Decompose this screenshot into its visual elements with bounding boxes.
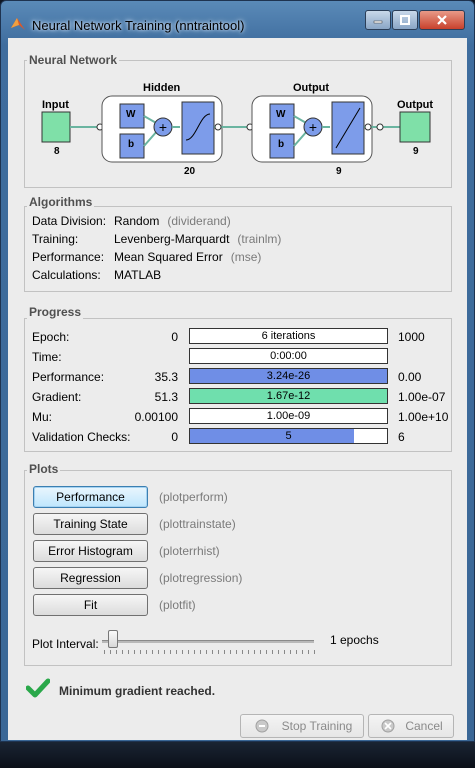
progress-start-value: 51.3	[154, 390, 178, 404]
minimize-button[interactable]	[365, 10, 391, 30]
progress-bar: 0:00:00	[189, 348, 388, 364]
output-size: 9	[413, 146, 419, 157]
plot-interval-label: Plot Interval:	[32, 637, 99, 651]
stop-icon	[255, 719, 269, 733]
plot-function-name: (plotfit)	[159, 598, 196, 612]
stop-training-button[interactable]: Stop Training	[240, 714, 364, 738]
network-diagram: + +	[41, 95, 431, 163]
input-node	[41, 111, 71, 143]
algorithm-value-row: Mean Squared Error (mse)	[114, 250, 261, 264]
progress-bar-text: 0:00:00	[270, 350, 307, 362]
progress-bar-text: 3.24e-26	[266, 370, 311, 382]
algorithm-value-row: Levenberg-Marquardt (trainlm)	[114, 232, 281, 246]
progress-start-value: 0.00100	[134, 410, 178, 424]
svg-text:+: +	[159, 119, 167, 135]
plot-interval-slider-thumb[interactable]	[108, 630, 118, 648]
plots-title: Plots	[27, 462, 61, 476]
desktop-background	[0, 742, 475, 768]
progress-bar-text: 5	[285, 430, 292, 442]
matlab-icon	[11, 18, 25, 30]
plot-interval-track[interactable]	[102, 640, 314, 643]
progress-label: Time:	[32, 350, 62, 364]
cancel-icon	[381, 719, 395, 733]
algorithm-label: Training:	[32, 232, 79, 246]
progress-bar-text: 1.67e-12	[266, 390, 311, 402]
progress-end-value: 1.00e-07	[398, 390, 446, 404]
algorithm-value: Mean Squared Error	[114, 250, 223, 264]
plot-function-name: (plotregression)	[159, 571, 243, 585]
progress-end-value: 1.00e+10	[398, 410, 449, 424]
progress-title: Progress	[27, 305, 84, 319]
algorithm-value: Levenberg-Marquardt	[114, 232, 230, 246]
check-icon	[26, 678, 50, 698]
algorithm-label: Data Division:	[32, 214, 107, 228]
svg-text:+: +	[309, 119, 317, 135]
client-area: Neural Network + + Input 8 Hidden 20 Out…	[8, 38, 467, 740]
cancel-button[interactable]: Cancel	[368, 714, 454, 738]
algorithm-function: (mse)	[230, 250, 262, 264]
hidden-label: Hidden	[143, 82, 181, 94]
progress-label: Performance:	[32, 370, 105, 384]
plot-performance-button[interactable]: Performance	[33, 486, 148, 508]
progress-bar: 6 iterations	[189, 328, 388, 344]
progress-start-value: 0	[171, 330, 178, 344]
algorithms-title: Algorithms	[27, 195, 95, 209]
plot-function-name: (plottrainstate)	[159, 517, 236, 531]
hidden-weight-label: W	[126, 109, 136, 120]
progress-start-value: 0	[171, 430, 178, 444]
progress-end-value: 0.00	[398, 370, 422, 384]
algorithm-function: (trainlm)	[237, 232, 282, 246]
progress-bar: 1.67e-12	[189, 388, 388, 404]
plot-interval-ticks	[104, 650, 316, 654]
output-weight-label: W	[276, 109, 286, 120]
hidden-bias-label: b	[128, 139, 135, 150]
plot-interval-value: 1 epochs	[330, 633, 379, 647]
progress-end-value: 1000	[398, 330, 425, 344]
progress-end-value: 6	[398, 430, 405, 444]
algorithm-label: Performance:	[32, 250, 105, 264]
progress-bar: 5	[189, 428, 388, 444]
close-icon	[437, 15, 447, 25]
algorithm-value-row: Random (dividerand)	[114, 214, 231, 228]
status-message: Minimum gradient reached.	[59, 684, 216, 698]
network-title: Neural Network	[27, 53, 120, 67]
maximize-button[interactable]	[392, 10, 418, 30]
output-layer-label: Output	[293, 82, 330, 94]
stop-training-label: Stop Training	[281, 719, 353, 733]
plot-regression-button[interactable]: Regression	[33, 567, 148, 589]
plot-training-state-button[interactable]: Training State	[33, 513, 148, 535]
progress-bar: 3.24e-26	[189, 368, 388, 384]
algorithm-value: Random	[114, 214, 160, 228]
algorithm-value: MATLAB	[114, 268, 162, 282]
progress-label: Gradient:	[32, 390, 82, 404]
minimize-icon	[373, 20, 383, 24]
progress-bar-text: 6 iterations	[261, 330, 316, 342]
close-button[interactable]	[419, 10, 465, 30]
progress-label: Mu:	[32, 410, 53, 424]
plot-fit-button[interactable]: Fit	[33, 594, 148, 616]
progress-bar-text: 1.00e-09	[266, 410, 311, 422]
output-bias-label: b	[278, 139, 285, 150]
output-node	[399, 111, 431, 143]
maximize-icon	[400, 15, 410, 25]
input-size: 8	[54, 146, 60, 157]
algorithm-value-row: MATLAB	[114, 268, 169, 282]
window-title: Neural Network Training (nntraintool)	[32, 18, 245, 33]
hidden-size: 20	[184, 166, 196, 177]
output-layer-size: 9	[336, 166, 342, 177]
cancel-label: Cancel	[405, 719, 443, 733]
plot-function-name: (ploterrhist)	[159, 544, 220, 558]
progress-label: Epoch:	[32, 330, 70, 344]
plot-function-name: (plotperform)	[159, 490, 228, 504]
progress-bar: 1.00e-09	[189, 408, 388, 424]
algorithm-function: (dividerand)	[167, 214, 231, 228]
output-label: Output	[397, 99, 434, 111]
title-bar[interactable]: Neural Network Training (nntraintool)	[0, 0, 475, 36]
input-label: Input	[42, 99, 69, 111]
algorithm-label: Calculations:	[32, 268, 101, 282]
plot-error-histogram-button[interactable]: Error Histogram	[33, 540, 148, 562]
progress-start-value: 35.3	[154, 370, 178, 384]
